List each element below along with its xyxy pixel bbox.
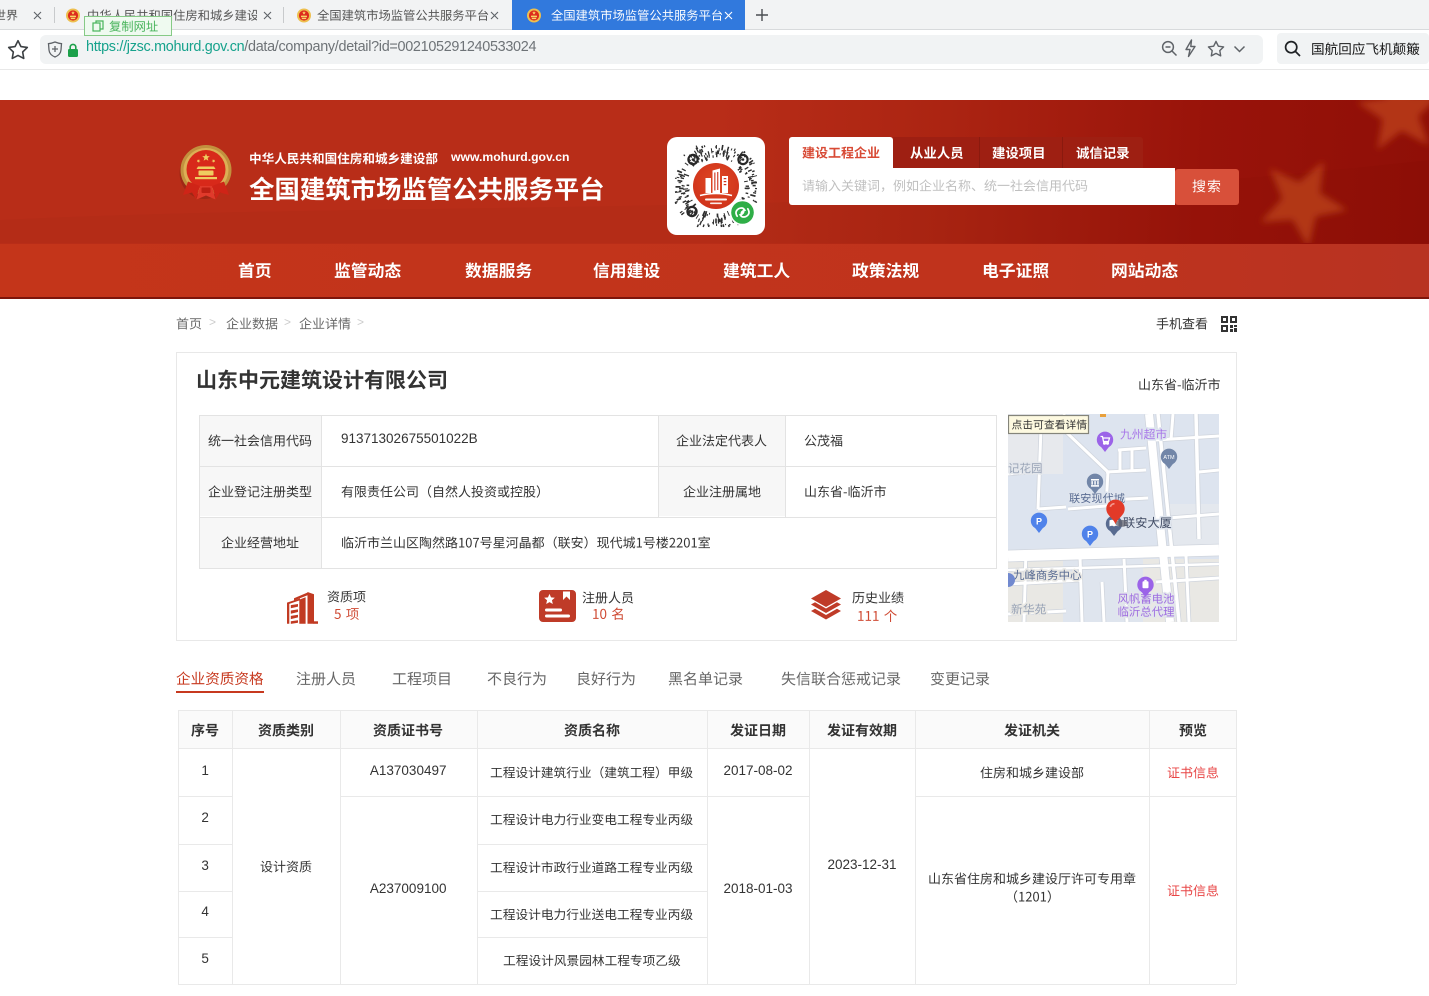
svg-text:P: P	[1087, 530, 1093, 540]
svg-text:ATM: ATM	[1163, 455, 1175, 461]
svg-text:P: P	[1036, 517, 1042, 527]
